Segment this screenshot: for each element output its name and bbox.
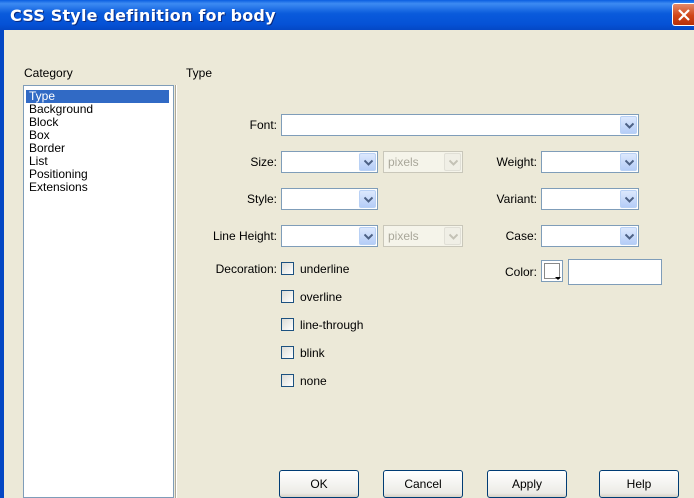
line-through-label: line-through xyxy=(300,318,364,332)
style-label: Style: xyxy=(246,192,277,206)
chevron-down-icon xyxy=(364,196,373,203)
line-height-dropdown-arrow[interactable] xyxy=(359,227,376,245)
style-select[interactable] xyxy=(281,188,378,210)
chevron-down-icon xyxy=(449,159,458,166)
help-button[interactable]: Help xyxy=(599,470,679,498)
underline-label: underline xyxy=(300,262,350,276)
variant-label: Variant: xyxy=(496,192,537,206)
font-select[interactable] xyxy=(281,114,639,136)
panel-divider xyxy=(176,85,177,498)
line-height-unit-dropdown-arrow[interactable] xyxy=(444,227,461,245)
none-label: none xyxy=(300,374,327,388)
case-select[interactable] xyxy=(541,225,639,247)
chevron-down-icon xyxy=(364,233,373,240)
close-button[interactable] xyxy=(672,3,694,26)
size-unit-select[interactable]: pixels xyxy=(383,151,463,173)
cancel-button[interactable]: Cancel xyxy=(383,470,463,498)
dropdown-triangle-icon xyxy=(555,277,561,280)
panel-heading: Type xyxy=(186,66,213,80)
chevron-down-icon xyxy=(625,233,634,240)
color-picker-button[interactable] xyxy=(541,260,563,282)
blink-checkbox[interactable] xyxy=(281,346,294,359)
case-dropdown-arrow[interactable] xyxy=(620,227,637,245)
category-item-extensions[interactable]: Extensions xyxy=(28,181,89,194)
decoration-label: Decoration: xyxy=(215,262,277,276)
line-through-checkbox[interactable] xyxy=(281,318,294,331)
color-label: Color: xyxy=(504,265,537,279)
weight-select[interactable] xyxy=(541,151,639,173)
variant-dropdown-arrow[interactable] xyxy=(620,190,637,208)
blink-label: blink xyxy=(300,346,325,360)
chevron-down-icon xyxy=(625,159,634,166)
overline-label: overline xyxy=(300,290,343,304)
overline-checkbox[interactable] xyxy=(281,290,294,303)
category-list[interactable]: Type Background Block Box Border List Po… xyxy=(23,85,174,498)
case-label: Case: xyxy=(505,229,537,243)
line-height-label: Line Height: xyxy=(212,229,277,243)
style-dropdown-arrow[interactable] xyxy=(359,190,376,208)
line-height-unit-select[interactable]: pixels xyxy=(383,225,463,247)
weight-dropdown-arrow[interactable] xyxy=(620,153,637,171)
chevron-down-icon xyxy=(449,233,458,240)
variant-select[interactable] xyxy=(541,188,639,210)
chevron-down-icon xyxy=(364,159,373,166)
apply-button[interactable]: Apply xyxy=(487,470,567,498)
size-unit-dropdown-arrow[interactable] xyxy=(444,153,461,171)
line-height-unit-value: pixels xyxy=(388,229,419,243)
title-bar[interactable]: CSS Style definition for body xyxy=(0,0,694,30)
none-checkbox[interactable] xyxy=(281,374,294,387)
window-frame-left xyxy=(0,30,4,498)
size-dropdown-arrow[interactable] xyxy=(359,153,376,171)
font-dropdown-arrow[interactable] xyxy=(620,116,637,134)
size-label: Size: xyxy=(250,155,277,169)
close-icon xyxy=(678,9,690,21)
underline-checkbox[interactable] xyxy=(281,262,294,275)
line-height-select[interactable] xyxy=(281,225,378,247)
chevron-down-icon xyxy=(625,122,634,129)
color-input[interactable] xyxy=(568,259,662,285)
size-select[interactable] xyxy=(281,151,378,173)
ok-button[interactable]: OK xyxy=(279,470,359,498)
size-unit-value: pixels xyxy=(388,155,419,169)
weight-label: Weight: xyxy=(496,155,537,169)
category-heading: Category xyxy=(24,66,73,80)
font-label: Font: xyxy=(249,118,277,132)
chevron-down-icon xyxy=(625,196,634,203)
window-title: CSS Style definition for body xyxy=(10,6,276,25)
